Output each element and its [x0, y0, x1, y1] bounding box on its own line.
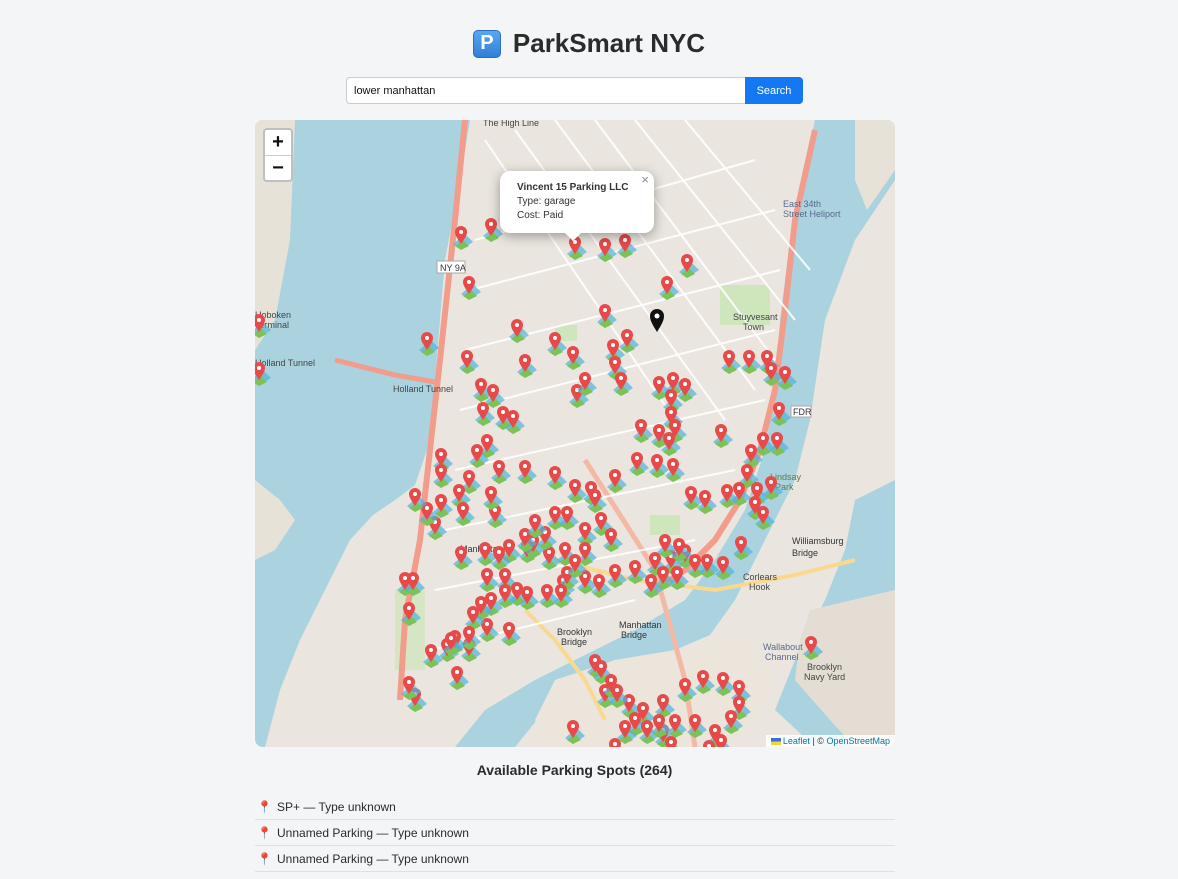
zoom-in-button[interactable]: +	[265, 130, 291, 156]
svg-text:Corlears: Corlears	[743, 572, 778, 582]
svg-text:Street Heliport: Street Heliport	[783, 209, 841, 219]
popup-spot-name: Vincent 15 Parking LLC	[517, 182, 629, 193]
pin-icon: 📍	[257, 799, 272, 814]
list-item-label: SP+ — Type unknown	[277, 799, 396, 814]
svg-text:Channel: Channel	[765, 652, 799, 662]
spots-list-title: Available Parking Spots (264)	[476, 762, 673, 778]
ukraine-flag-icon	[770, 738, 781, 746]
svg-text:Bridge: Bridge	[621, 630, 647, 640]
map-label: The High Line	[483, 120, 539, 128]
svg-text:Stuyvesant: Stuyvesant	[733, 312, 778, 322]
parking-logo-icon: P	[472, 29, 501, 58]
pin-icon: 📍	[257, 851, 272, 866]
search-bar: Search	[346, 77, 803, 104]
svg-text:Town: Town	[743, 322, 764, 332]
list-item[interactable]: 📍 Unnamed Parking — Type unknown	[255, 846, 895, 872]
spots-list: 📍 SP+ — Type unknown 📍 Unnamed Parking —…	[255, 794, 895, 872]
svg-text:Hook: Hook	[749, 582, 771, 592]
header: P ParkSmart NYC	[0, 28, 1178, 59]
list-item-label: Unnamed Parking — Type unknown	[277, 851, 469, 866]
map[interactable]: The High Line NY 9A Hoboken Terminal Hol…	[255, 120, 895, 747]
search-button[interactable]: Search	[745, 77, 803, 104]
svg-text:Navy Yard: Navy Yard	[804, 672, 845, 682]
svg-text:East 34th: East 34th	[783, 199, 821, 209]
svg-text:Manhattan: Manhattan	[619, 620, 662, 630]
map-attribution: Leaflet | © OpenStreetMap	[765, 735, 895, 747]
popup-tip	[564, 232, 582, 241]
svg-text:NY 9A: NY 9A	[440, 263, 466, 273]
list-item-label: Unnamed Parking — Type unknown	[277, 825, 469, 840]
popup-spot-cost: Cost: Paid	[517, 210, 564, 221]
list-item[interactable]: 📍 Unnamed Parking — Type unknown	[255, 820, 895, 846]
svg-text:Wallabout: Wallabout	[763, 642, 803, 652]
svg-text:Bridge: Bridge	[792, 548, 818, 558]
attribution-separator: | ©	[812, 736, 824, 746]
svg-text:Brooklyn: Brooklyn	[557, 627, 592, 637]
page-title: ParkSmart NYC	[512, 28, 706, 58]
search-input[interactable]	[346, 77, 745, 104]
svg-text:Williamsburg: Williamsburg	[792, 536, 844, 546]
svg-text:FDR: FDR	[793, 407, 812, 417]
svg-text:Brooklyn: Brooklyn	[807, 662, 842, 672]
close-icon[interactable]: ×	[641, 173, 649, 187]
spot-popup: Vincent 15 Parking LLC Type: garage Cost…	[500, 171, 654, 241]
popup-spot-type: Type: garage	[517, 196, 576, 207]
leaflet-link[interactable]: Leaflet	[783, 736, 810, 746]
list-item[interactable]: 📍 SP+ — Type unknown	[255, 794, 895, 820]
osm-link[interactable]: OpenStreetMap	[826, 736, 890, 746]
svg-text:Holland Tunnel: Holland Tunnel	[393, 384, 453, 394]
pin-icon: 📍	[257, 825, 272, 840]
zoom-out-button[interactable]: −	[265, 156, 291, 181]
zoom-control: + −	[263, 128, 293, 182]
svg-text:Bridge: Bridge	[561, 637, 587, 647]
